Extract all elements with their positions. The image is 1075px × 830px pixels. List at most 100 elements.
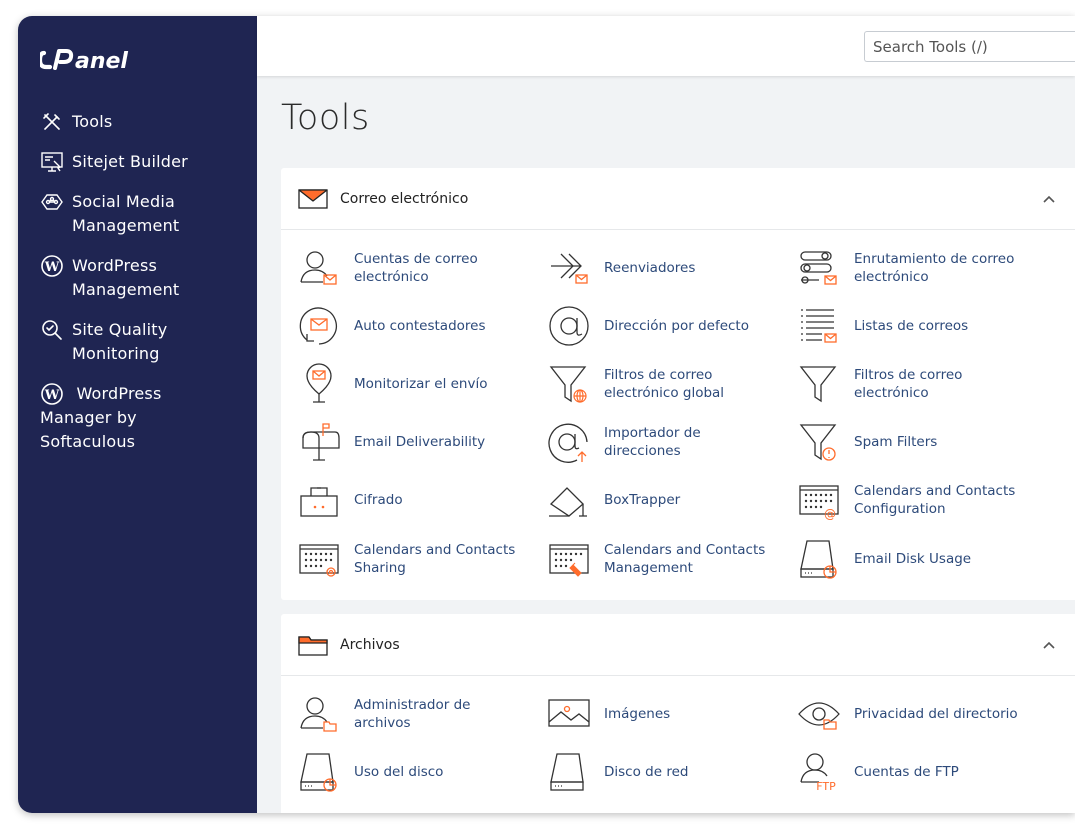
email-accounts-icon bbox=[300, 251, 337, 285]
boxtrapper-icon bbox=[549, 487, 587, 517]
svg-text:@: @ bbox=[824, 507, 836, 521]
main-content: Tools Correo electrónico Cuentas de corr… bbox=[257, 16, 1075, 813]
tool-email-filters[interactable]: Filtros de correo electrónico bbox=[781, 355, 1029, 413]
section-email: Correo electrónico Cuentas de correo ele… bbox=[281, 168, 1075, 600]
tool-calendars-sharing[interactable]: Calendars and Contacts Sharing bbox=[281, 530, 529, 588]
tool-address-importer[interactable]: Importador de direcciones bbox=[531, 413, 779, 471]
email-deliverability-icon bbox=[302, 423, 340, 461]
tool-email-deliverability[interactable]: Email Deliverability bbox=[281, 413, 529, 471]
section-header-email[interactable]: Correo electrónico bbox=[281, 168, 1075, 230]
top-bar bbox=[257, 16, 1075, 76]
chevron-up-icon[interactable] bbox=[1041, 191, 1057, 207]
tool-ftp-accounts[interactable]: FTP Cuentas de FTP bbox=[781, 743, 1029, 801]
calendars-sharing-icon bbox=[299, 544, 339, 577]
spam-filters-icon bbox=[799, 424, 837, 461]
sidebar-item-label: Site Quality Monitoring bbox=[72, 320, 168, 363]
tool-disk-usage[interactable]: Uso del disco bbox=[281, 743, 529, 801]
tool-label: Cuentas de correo electrónico bbox=[354, 251, 478, 285]
tool-label: Filtros de correo electrónico global bbox=[604, 367, 725, 401]
tool-label: Calendars and Contacts Management bbox=[604, 542, 766, 576]
tool-web-disk[interactable]: Disco de red bbox=[531, 743, 779, 801]
sidebar-item-social-media[interactable]: Social Media Management bbox=[18, 190, 257, 238]
encryption-icon bbox=[300, 487, 338, 517]
file-manager-icon bbox=[300, 697, 337, 732]
tool-label: Cifrado bbox=[354, 492, 403, 508]
tool-file-manager[interactable]: Administrador de archivos bbox=[281, 685, 529, 743]
web-disk-icon bbox=[550, 753, 584, 791]
tool-label: Uso del disco bbox=[354, 764, 444, 780]
tool-images[interactable]: Imágenes bbox=[531, 685, 779, 743]
tool-label: Dirección por defecto bbox=[604, 318, 749, 334]
site-quality-icon bbox=[42, 320, 62, 340]
tool-boxtrapper[interactable]: BoxTrapper bbox=[531, 471, 779, 529]
tool-email-disk-usage[interactable]: Email Disk Usage bbox=[781, 530, 1029, 588]
page-title: Tools bbox=[281, 98, 370, 138]
tool-autoresponders[interactable]: Auto contestadores bbox=[281, 297, 529, 355]
tool-email-accounts[interactable]: Cuentas de correo electrónico bbox=[281, 239, 529, 297]
tool-label: Cuentas de FTP bbox=[854, 764, 959, 780]
tool-label: Monitorizar el envío bbox=[354, 376, 488, 392]
calendars-management-icon bbox=[549, 544, 589, 577]
email-filters-icon bbox=[799, 366, 837, 403]
tool-mailing-lists[interactable]: Listas de correos bbox=[781, 297, 1029, 355]
tool-encryption[interactable]: Cifrado bbox=[281, 471, 529, 529]
tools-icon bbox=[43, 113, 60, 130]
sidebar-item-tools[interactable]: Tools bbox=[18, 110, 257, 134]
sidebar-nav: Tools Sitejet Builder Social Media Manag… bbox=[18, 110, 257, 470]
tool-label: Email Disk Usage bbox=[854, 551, 972, 567]
sidebar-item-sitejet[interactable]: Sitejet Builder bbox=[18, 150, 257, 174]
social-media-icon bbox=[41, 194, 63, 210]
tool-label: Calendars and Contacts Configuration bbox=[854, 483, 1016, 517]
tool-directory-privacy[interactable]: Privacidad del directorio bbox=[781, 685, 1029, 743]
sidebar: anel Tools Sitejet Builder Social Media … bbox=[18, 16, 257, 813]
sidebar-item-label: Social Media Management bbox=[72, 192, 180, 235]
tool-label: BoxTrapper bbox=[604, 492, 681, 508]
tool-label: Imágenes bbox=[604, 706, 671, 722]
svg-text:anel: anel bbox=[75, 49, 128, 74]
tool-forwarders[interactable]: Reenviadores bbox=[531, 239, 779, 297]
tool-label: Auto contestadores bbox=[354, 318, 486, 334]
tool-email-routing[interactable]: Enrutamiento de correo electrónico bbox=[781, 239, 1029, 297]
forwarders-icon bbox=[551, 253, 588, 284]
address-importer-icon bbox=[548, 423, 588, 463]
sidebar-item-wordpress-softaculous[interactable]: W WordPress Manager by Softaculous bbox=[18, 382, 218, 454]
tool-track-delivery[interactable]: Monitorizar el envío bbox=[281, 355, 529, 413]
sidebar-item-label: Sitejet Builder bbox=[72, 152, 188, 171]
sidebar-item-site-quality[interactable]: Site Quality Monitoring bbox=[18, 318, 257, 366]
search-input[interactable] bbox=[864, 31, 1075, 62]
tool-label: Listas de correos bbox=[854, 318, 969, 334]
sidebar-item-wordpress-management[interactable]: W WordPress Management bbox=[18, 254, 257, 302]
tool-label: Calendars and Contacts Sharing bbox=[354, 542, 516, 576]
tool-label: Filtros de correo electrónico bbox=[854, 367, 963, 401]
track-delivery-icon bbox=[306, 363, 332, 403]
sidebar-item-label: Tools bbox=[72, 112, 113, 131]
calendars-config-icon: @ bbox=[799, 485, 839, 521]
tool-default-address[interactable]: Dirección por defecto bbox=[531, 297, 779, 355]
svg-text:W: W bbox=[44, 260, 60, 275]
tool-global-filters[interactable]: Filtros de correo electrónico global bbox=[531, 355, 779, 413]
images-icon bbox=[548, 699, 590, 727]
folder-icon bbox=[298, 635, 328, 656]
tool-label: Importador de direcciones bbox=[604, 425, 701, 459]
sidebar-item-label: WordPress Management bbox=[72, 256, 180, 299]
tool-label: Email Deliverability bbox=[354, 434, 486, 450]
chevron-up-icon[interactable] bbox=[1041, 637, 1057, 653]
tool-calendars-config[interactable]: @ Calendars and Contacts Configuration bbox=[781, 471, 1029, 529]
wordpress-icon: W bbox=[41, 255, 63, 277]
tool-label: Administrador de archivos bbox=[354, 697, 471, 731]
svg-text:W: W bbox=[44, 388, 60, 403]
tool-label: Disco de red bbox=[604, 764, 689, 780]
svg-text:FTP: FTP bbox=[816, 780, 836, 793]
envelope-icon bbox=[298, 188, 328, 209]
cpanel-logo[interactable]: anel bbox=[40, 44, 170, 76]
tool-spam-filters[interactable]: Spam Filters bbox=[781, 413, 1029, 471]
autoresponders-icon bbox=[299, 307, 337, 345]
ftp-accounts-icon: FTP bbox=[800, 753, 836, 793]
global-filters-icon bbox=[549, 366, 587, 403]
tool-label: Enrutamiento de correo electrónico bbox=[854, 251, 1015, 285]
email-disk-usage-icon bbox=[800, 540, 837, 579]
section-header-files[interactable]: Archivos bbox=[281, 614, 1075, 676]
sitejet-icon bbox=[41, 152, 63, 172]
tool-calendars-management[interactable]: Calendars and Contacts Management bbox=[531, 530, 779, 588]
tool-label: Privacidad del directorio bbox=[854, 706, 1018, 722]
